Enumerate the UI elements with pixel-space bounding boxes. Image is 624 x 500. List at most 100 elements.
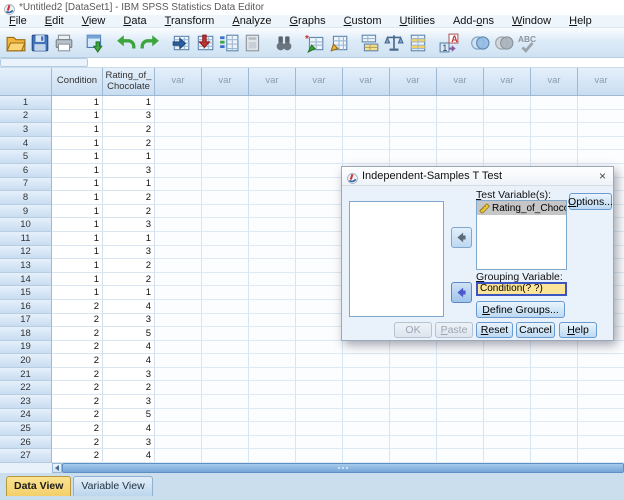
row-header[interactable]: 15 xyxy=(0,286,52,300)
cell-empty[interactable] xyxy=(343,422,390,436)
cell-empty[interactable] xyxy=(390,435,437,450)
cell-empty[interactable] xyxy=(578,123,624,137)
cell-empty[interactable] xyxy=(296,109,343,124)
cell-empty[interactable] xyxy=(155,354,202,368)
menu-analyze[interactable]: Analyze xyxy=(223,15,280,28)
cell-empty[interactable] xyxy=(202,109,249,124)
var-column-header[interactable]: var xyxy=(249,68,296,96)
undo-icon[interactable] xyxy=(114,30,138,56)
cell-empty[interactable] xyxy=(531,123,578,137)
cell-empty[interactable] xyxy=(202,422,249,436)
row-header[interactable]: 18 xyxy=(0,327,52,341)
print-icon[interactable] xyxy=(52,30,76,56)
grouping-variable-field[interactable]: Condition(? ?) xyxy=(476,282,567,296)
cell-rating[interactable]: 2 xyxy=(103,191,155,205)
cell-empty[interactable] xyxy=(202,299,249,314)
cell-empty[interactable] xyxy=(155,163,202,178)
var-column-header[interactable]: var xyxy=(578,68,624,96)
cell-empty[interactable] xyxy=(531,136,578,151)
menu-view[interactable]: View xyxy=(73,15,115,28)
cell-condition[interactable]: 1 xyxy=(52,150,103,164)
cell-empty[interactable] xyxy=(296,354,343,368)
cell-empty[interactable] xyxy=(155,191,202,205)
weight-cases-icon[interactable] xyxy=(382,30,406,56)
cell-empty[interactable] xyxy=(343,150,390,164)
column-header-condition[interactable]: Condition xyxy=(52,68,103,96)
cell-empty[interactable] xyxy=(249,286,296,300)
menu-file[interactable]: File xyxy=(0,15,36,28)
cell-empty[interactable] xyxy=(155,109,202,124)
cell-condition[interactable]: 1 xyxy=(52,245,103,260)
cell-empty[interactable] xyxy=(155,340,202,355)
cell-empty[interactable] xyxy=(437,354,484,368)
cell-rating[interactable]: 5 xyxy=(103,408,155,423)
cell-empty[interactable] xyxy=(390,367,437,382)
cell-rating[interactable]: 3 xyxy=(103,218,155,232)
cell-empty[interactable] xyxy=(578,395,624,409)
cell-empty[interactable] xyxy=(484,367,531,382)
cell-empty[interactable] xyxy=(296,327,343,341)
cell-empty[interactable] xyxy=(484,123,531,137)
cell-empty[interactable] xyxy=(249,218,296,232)
var-column-header[interactable]: var xyxy=(390,68,437,96)
cell-empty[interactable] xyxy=(390,408,437,423)
cell-rating[interactable]: 2 xyxy=(103,204,155,219)
row-header[interactable]: 1 xyxy=(0,96,52,110)
cell-rating[interactable]: 2 xyxy=(103,272,155,287)
cell-empty[interactable] xyxy=(155,299,202,314)
cell-empty[interactable] xyxy=(249,313,296,328)
cell-empty[interactable] xyxy=(249,177,296,192)
recall-dialogs-icon[interactable] xyxy=(83,30,107,56)
use-variable-sets-icon[interactable] xyxy=(468,30,492,56)
row-header[interactable]: 2 xyxy=(0,109,52,124)
cell-empty[interactable] xyxy=(202,381,249,396)
cell-empty[interactable] xyxy=(155,259,202,273)
cell-condition[interactable]: 2 xyxy=(52,299,103,314)
cell-empty[interactable] xyxy=(484,408,531,423)
cell-empty[interactable] xyxy=(155,218,202,232)
row-header[interactable]: 20 xyxy=(0,354,52,368)
cell-empty[interactable] xyxy=(296,96,343,110)
cell-empty[interactable] xyxy=(155,395,202,409)
cell-empty[interactable] xyxy=(296,259,343,273)
cell-condition[interactable]: 2 xyxy=(52,435,103,450)
cell-empty[interactable] xyxy=(437,435,484,450)
cell-rating[interactable]: 1 xyxy=(103,177,155,192)
cell-empty[interactable] xyxy=(390,96,437,110)
cell-empty[interactable] xyxy=(202,340,249,355)
cell-empty[interactable] xyxy=(437,123,484,137)
cell-empty[interactable] xyxy=(531,381,578,396)
cell-empty[interactable] xyxy=(202,136,249,151)
cell-empty[interactable] xyxy=(155,408,202,423)
menu-addons[interactable]: Add-ons xyxy=(444,15,503,28)
menu-custom[interactable]: Custom xyxy=(335,15,391,28)
scroll-left-arrow[interactable] xyxy=(52,463,62,473)
cell-condition[interactable]: 1 xyxy=(52,96,103,110)
cell-rating[interactable]: 1 xyxy=(103,150,155,164)
cell-empty[interactable] xyxy=(202,449,249,463)
cell-empty[interactable] xyxy=(484,422,531,436)
cell-empty[interactable] xyxy=(296,367,343,382)
row-header[interactable]: 11 xyxy=(0,231,52,246)
cell-empty[interactable] xyxy=(578,381,624,396)
reset-button[interactable]: Reset xyxy=(476,322,513,338)
cell-empty[interactable] xyxy=(249,259,296,273)
row-header[interactable]: 14 xyxy=(0,272,52,287)
cell-empty[interactable] xyxy=(296,286,343,300)
cell-empty[interactable] xyxy=(484,340,531,355)
cell-rating[interactable]: 4 xyxy=(103,354,155,368)
row-header[interactable]: 6 xyxy=(0,163,52,178)
cell-empty[interactable] xyxy=(249,245,296,260)
move-test-variable-button[interactable] xyxy=(451,227,472,248)
variables-icon[interactable] xyxy=(217,30,241,56)
cell-empty[interactable] xyxy=(202,286,249,300)
row-header[interactable]: 7 xyxy=(0,177,52,192)
cell-condition[interactable]: 2 xyxy=(52,313,103,328)
cell-condition[interactable]: 1 xyxy=(52,259,103,273)
define-groups-button[interactable]: Define Groups... xyxy=(476,301,565,318)
cell-empty[interactable] xyxy=(390,354,437,368)
test-variable-item[interactable]: Rating_of_Chocolate xyxy=(477,201,566,215)
cell-empty[interactable] xyxy=(484,150,531,164)
cell-empty[interactable] xyxy=(531,109,578,124)
cell-empty[interactable] xyxy=(296,408,343,423)
